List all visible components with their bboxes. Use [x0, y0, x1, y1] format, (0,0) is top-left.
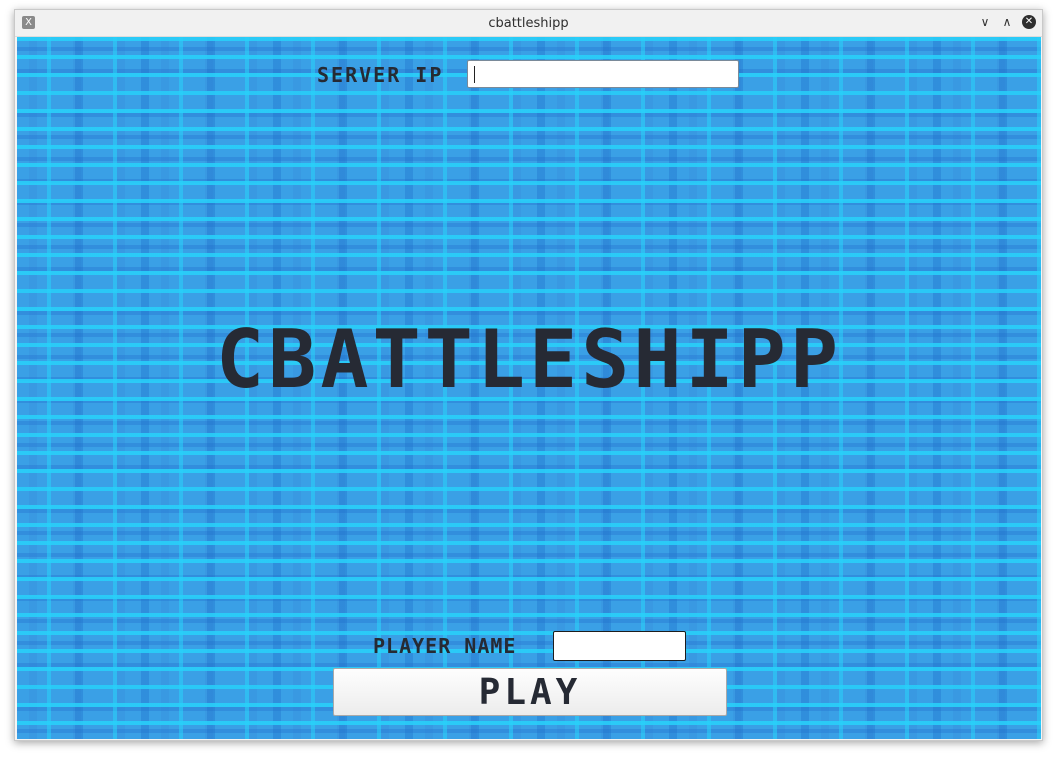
close-icon[interactable]: ✕	[1022, 15, 1036, 29]
player-name-label: PLAYER NAME	[373, 634, 517, 658]
server-ip-input[interactable]	[467, 60, 739, 88]
minimize-icon[interactable]: ∨	[976, 13, 994, 31]
app-window: X cbattleshipp ∨ ∧ ✕ SERVER IP CBATTLESH…	[14, 9, 1043, 741]
window-title: cbattleshipp	[488, 15, 569, 31]
maximize-icon[interactable]: ∧	[998, 13, 1016, 31]
title-bar[interactable]: X cbattleshipp ∨ ∧ ✕	[15, 10, 1042, 37]
server-ip-label: SERVER IP	[317, 63, 444, 87]
app-icon: X	[22, 16, 35, 29]
play-button[interactable]: PLAY	[333, 668, 727, 716]
game-canvas: SERVER IP CBATTLESHIPP PLAYER NAME PLAY	[17, 37, 1041, 739]
window-controls: ∨ ∧ ✕	[976, 13, 1036, 31]
game-title: CBATTLESHIPP	[216, 313, 842, 406]
play-button-label: PLAY	[478, 671, 582, 713]
player-name-input[interactable]	[553, 631, 686, 661]
text-caret	[474, 66, 475, 83]
